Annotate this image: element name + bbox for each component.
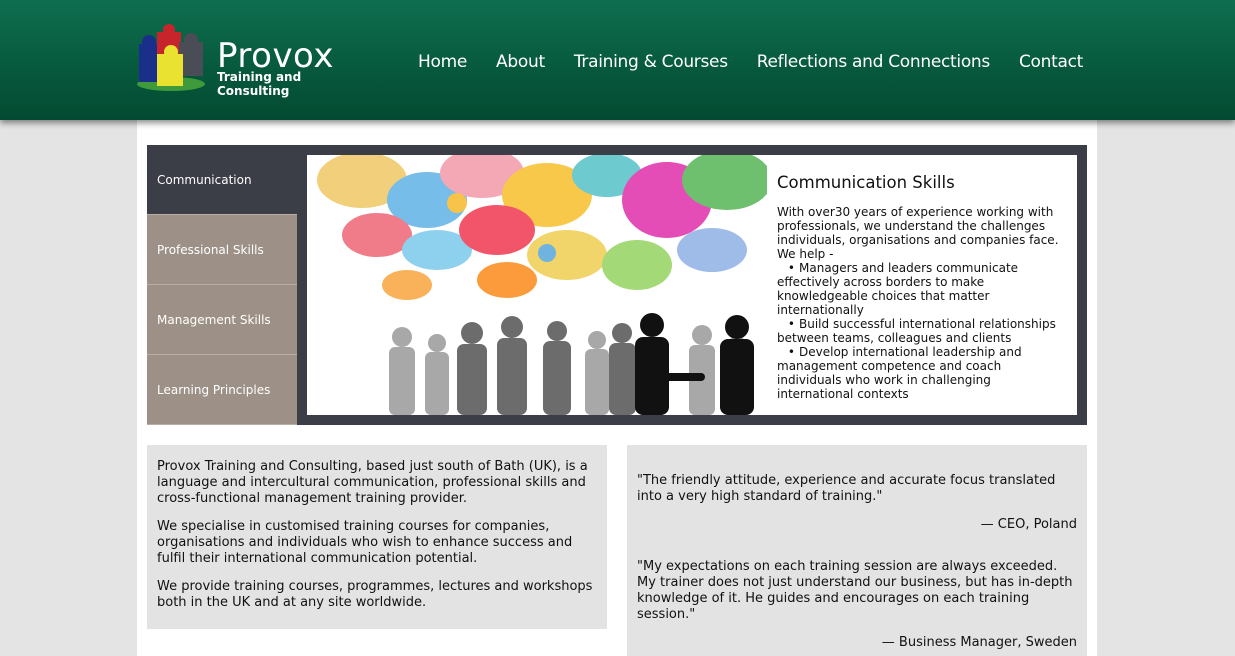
main-nav: Home About Training & Courses Reflection…: [418, 52, 1083, 72]
testimonial-author: — CEO, Poland: [980, 517, 1077, 532]
slide-text-panel: Communication Skills With over30 years o…: [767, 155, 1077, 415]
nav-home[interactable]: Home: [418, 52, 467, 72]
main-content: Communication Professional Skills Manage…: [137, 120, 1097, 656]
nav-contact[interactable]: Contact: [1019, 52, 1083, 72]
nav-reflections-connections[interactable]: Reflections and Connections: [757, 52, 990, 72]
slide-bullet: • Build successful international relation…: [777, 317, 1067, 345]
tab-management-skills[interactable]: Management Skills: [147, 285, 297, 355]
tab-communication[interactable]: Communication: [147, 145, 297, 215]
slide-title: Communication Skills: [777, 173, 955, 192]
testimonials-box: "The friendly attitude, experience and a…: [627, 445, 1087, 656]
about-box: Provox Training and Consulting, based ju…: [147, 445, 607, 629]
slide-intro: With over30 years of experience working …: [777, 205, 1059, 261]
about-paragraph: Provox Training and Consulting, based ju…: [157, 459, 588, 506]
slider-tabs: Communication Professional Skills Manage…: [147, 145, 297, 425]
testimonial-author: — Business Manager, Sweden: [881, 635, 1077, 650]
site-header: Provox Training and Consulting Home Abou…: [0, 0, 1235, 120]
tab-learning-principles[interactable]: Learning Principles: [147, 355, 297, 425]
tab-professional-skills[interactable]: Professional Skills: [147, 215, 297, 285]
testimonial-quote: "The friendly attitude, experience and a…: [637, 473, 1056, 504]
about-paragraph: We provide training courses, programmes,…: [157, 579, 593, 610]
slide-bullet-text: Managers and leaders communicate effecti…: [777, 261, 1019, 317]
slide-image: [307, 155, 767, 415]
slide-bullet-text: Develop international leadership and man…: [777, 345, 1022, 401]
bullet-dot-icon: •: [787, 317, 795, 331]
slide-bullet-text: Build successful international relations…: [777, 317, 1056, 345]
speech-bubbles-handshake-illustration: [317, 155, 767, 415]
bullet-dot-icon: •: [787, 261, 795, 275]
slide-bullet: • Develop international leadership and ma…: [777, 345, 1067, 401]
feature-slider: Communication Professional Skills Manage…: [147, 145, 1087, 425]
nav-training-courses[interactable]: Training & Courses: [574, 52, 728, 72]
about-paragraph: We specialise in customised training cou…: [157, 519, 573, 566]
slide-bullet: • Managers and leaders communicate effect…: [777, 261, 1067, 317]
puzzle-logo-icon: [137, 24, 205, 91]
testimonial-quote: "My expectations on each training sessio…: [637, 559, 1073, 622]
brand-subtitle: Training and Consulting: [217, 70, 302, 98]
nav-about[interactable]: About: [496, 52, 545, 72]
logo[interactable]: Provox Training and Consulting: [135, 24, 375, 98]
bullet-dot-icon: •: [787, 345, 795, 359]
